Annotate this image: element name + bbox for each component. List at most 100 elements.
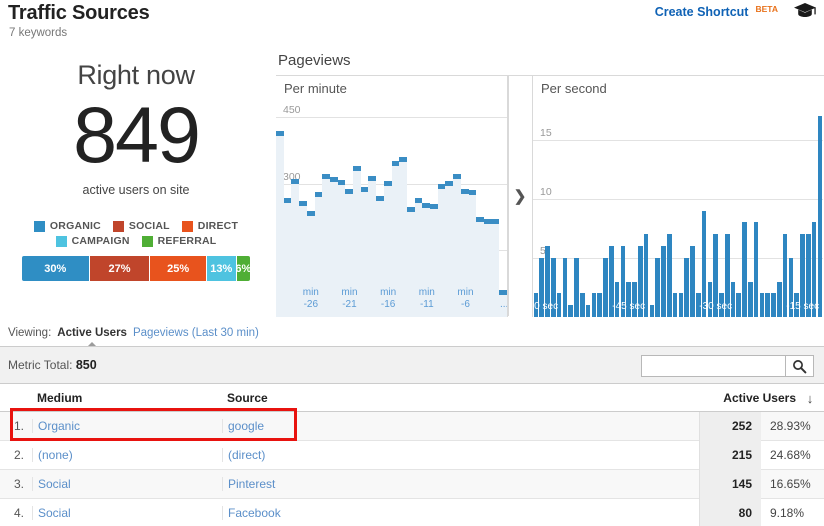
pageviews-title: Pageviews xyxy=(278,52,351,69)
per-minute-bar-cap xyxy=(491,218,500,224)
beta-badge: BETA xyxy=(755,4,778,14)
per-minute-bar-cap xyxy=(445,181,454,187)
search-input[interactable] xyxy=(641,355,785,377)
x-axis-tick-label: min -26 xyxy=(302,287,319,310)
pageviews-panel: Pageviews Per minute 450300150min-26min-… xyxy=(276,52,824,318)
per-minute-bar-cap xyxy=(376,196,384,202)
per-minute-bar-cap xyxy=(460,189,469,195)
per-minute-bar-cap xyxy=(483,218,492,224)
per-second-chart: Per second 15105-60 sec-45 sec-30 sec-15… xyxy=(532,76,823,317)
x-axis-tick-label: ... xyxy=(499,299,508,310)
search-icon[interactable] xyxy=(785,355,814,377)
per-minute-bar-cap xyxy=(406,206,415,212)
legend-item: DIRECT xyxy=(181,220,238,232)
legend-label: ORGANIC xyxy=(49,220,101,232)
per-minute-bar-cap xyxy=(329,176,338,182)
right-now-panel: Right now 849 active users on site ORGAN… xyxy=(0,52,272,318)
traffic-source-stacked-bar: 30%27%25%13%6% xyxy=(22,256,250,281)
row-active-users: 80 xyxy=(699,498,761,526)
header-actions: Create Shortcut BETA xyxy=(655,3,816,23)
x-axis-tick-label: min -16 xyxy=(380,287,397,310)
viewing-bar: Viewing: Active Users Pageviews (Last 30… xyxy=(0,322,824,348)
pageviews-charts: Per minute 450300150min-26min-21min-16mi… xyxy=(276,75,824,317)
per-minute-bar-cap xyxy=(391,160,400,166)
viewing-tab-pageviews[interactable]: Pageviews (Last 30 min) xyxy=(133,327,259,339)
table-body: 1. Organic google 252 28.93% 2. (none) (direct)… xyxy=(0,411,824,526)
row-index: 1. xyxy=(13,419,24,433)
row-medium-link[interactable]: Organic xyxy=(32,419,222,433)
column-header-source[interactable]: Source xyxy=(222,391,699,405)
per-minute-bar-cap xyxy=(276,130,284,136)
x-axis-tick-label: min -21 xyxy=(341,287,358,310)
legend-swatch-icon xyxy=(141,235,153,247)
x-axis-tick-label: min -11 xyxy=(418,287,435,310)
per-minute-bar-cap xyxy=(291,179,300,185)
row-source-link[interactable]: Pinterest xyxy=(222,477,699,491)
per-minute-bars xyxy=(276,76,507,317)
per-minute-bar-cap xyxy=(322,174,330,180)
table-search xyxy=(641,355,814,377)
row-index: 2. xyxy=(13,448,24,462)
per-minute-bar-cap xyxy=(306,211,315,217)
stack-segment: 13% xyxy=(206,256,237,281)
table-header-row: Medium Source Active Users ↓ xyxy=(0,385,824,412)
per-minute-bar-cap xyxy=(453,174,461,180)
stack-segment: 25% xyxy=(150,256,207,281)
legend-item: REFERRAL xyxy=(141,235,217,247)
legend-swatch-icon xyxy=(33,220,45,232)
table-row[interactable]: 4. Social Facebook 80 9.18% xyxy=(0,498,824,526)
per-minute-bar-cap xyxy=(314,191,323,197)
page-subtitle: 7 keywords xyxy=(9,27,68,39)
per-minute-bar-cap xyxy=(299,200,307,206)
per-minute-bar-cap xyxy=(283,198,292,204)
column-header-active-users[interactable]: Active Users xyxy=(699,391,796,405)
legend-item: CAMPAIGN xyxy=(55,235,130,247)
row-medium-link[interactable]: (none) xyxy=(32,448,222,462)
active-users-caption: active users on site xyxy=(82,183,190,197)
per-second-chart-label: Per second xyxy=(541,81,607,96)
legend-swatch-icon xyxy=(181,220,193,232)
metric-total: Metric Total: 850 xyxy=(0,358,97,372)
create-shortcut-button[interactable]: Create Shortcut xyxy=(655,4,749,20)
active-users-count: 849 xyxy=(73,90,201,179)
row-index: 3. xyxy=(13,477,24,491)
row-source-link[interactable]: google xyxy=(222,419,699,433)
x-axis-tick-label: -45 sec xyxy=(612,301,646,312)
per-minute-x-axis: min -26 min -21 min -16 min -11 min -6... xyxy=(276,285,507,315)
row-source-link[interactable]: (direct) xyxy=(222,448,699,462)
per-second-x-axis: -60 sec -45 sec -30 sec -15 sec xyxy=(533,285,823,315)
metric-total-value: 850 xyxy=(75,358,97,372)
column-header-medium[interactable]: Medium xyxy=(32,391,222,405)
row-percentage: 9.18% xyxy=(770,506,805,520)
row-medium-link[interactable]: Social xyxy=(32,477,222,491)
row-source-link[interactable]: Facebook xyxy=(222,506,699,520)
right-now-title: Right now xyxy=(77,60,195,90)
per-minute-bar-cap xyxy=(414,198,423,204)
per-minute-bar-cap xyxy=(437,183,446,189)
sort-descending-arrow-icon[interactable]: ↓ xyxy=(796,391,824,406)
row-percentage: 28.93% xyxy=(770,419,811,433)
chevron-right-icon[interactable]: ❯ xyxy=(514,187,527,205)
metric-total-bar: Metric Total: 850 xyxy=(0,346,824,384)
table-row[interactable]: 2. (none) (direct) 215 24.68% xyxy=(0,440,824,470)
viewing-tab-active-users[interactable]: Active Users xyxy=(57,327,127,348)
per-minute-bar-cap xyxy=(399,157,407,163)
traffic-sources-table: Medium Source Active Users ↓ 1. Organic go… xyxy=(0,385,824,526)
row-medium-link[interactable]: Social xyxy=(32,506,222,520)
per-minute-bar-cap xyxy=(353,166,361,172)
per-minute-bar-cap xyxy=(360,186,369,192)
stack-segment: 30% xyxy=(22,256,90,281)
table-row[interactable]: 3. Social Pinterest 145 16.65% xyxy=(0,469,824,499)
per-minute-bar-cap xyxy=(476,216,484,222)
table-row[interactable]: 1. Organic google 252 28.93% xyxy=(0,411,824,441)
per-minute-bar-cap xyxy=(422,203,431,209)
x-axis-tick-label: -15 sec xyxy=(786,301,820,312)
legend-swatch-icon xyxy=(55,235,67,247)
row-percentage: 24.68% xyxy=(770,448,811,462)
row-active-users: 252 xyxy=(699,411,761,441)
legend-item: ORGANIC xyxy=(33,220,101,232)
viewing-label: Viewing: xyxy=(8,327,52,339)
graduation-cap-icon[interactable] xyxy=(794,3,816,23)
row-active-users: 215 xyxy=(699,440,761,470)
x-axis-tick-label: -60 sec xyxy=(533,301,559,312)
